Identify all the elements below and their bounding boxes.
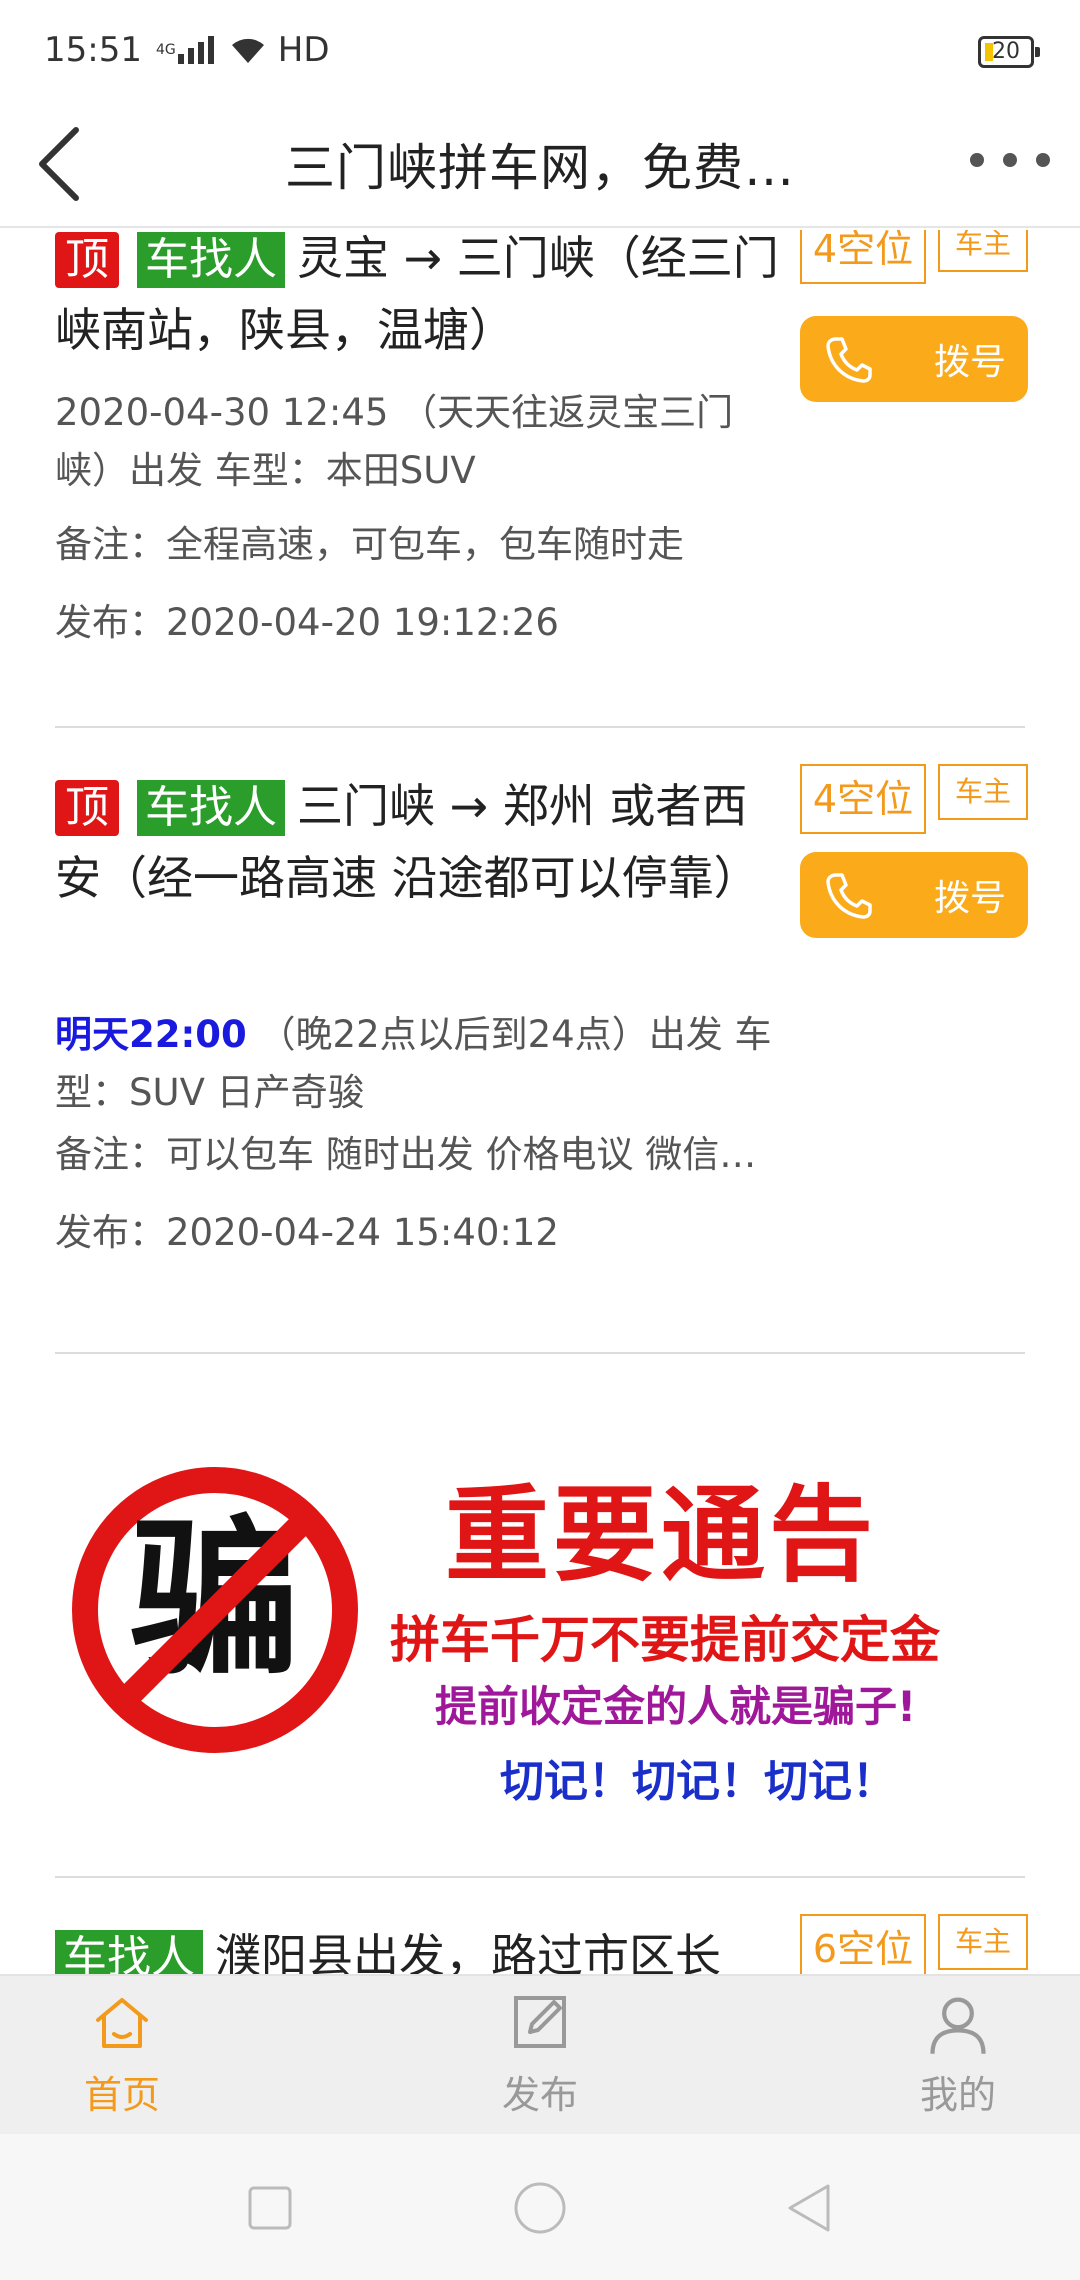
dial-label: 拨号 [933,342,1006,383]
system-nav-bar [0,2134,1080,2280]
route-text: 濮阳县出发，路过市区长 [215,1929,721,1974]
pinned-tag: 顶 [55,780,119,836]
pinned-tag: 顶 [55,232,119,288]
dial-label: 拨号 [933,878,1006,919]
tab-profile[interactable]: 我的 [858,1990,1058,2130]
owner-badge: 车主 [938,230,1028,272]
published-time: 发布：2020-04-20 19:12:26 [55,601,559,644]
tab-publish[interactable]: 发布 [440,1990,640,2130]
more-options-icon[interactable] [970,140,1050,180]
no-scam-icon: 骗 [72,1467,358,1753]
listing-header: 顶车找人 三门峡 → 郑州 或者西安（经一路高速 沿途都可以停靠） [55,770,785,914]
seats-badge: 4空位 [800,230,926,284]
notice-line-1: 拼车千万不要提前交定金 [390,1611,940,1669]
phone-icon [826,873,872,919]
bottom-tab-bar: 首页 发布 我的 [0,1974,1080,2134]
nav-bar: 三门峡拼车网，免费… [0,100,1080,228]
tab-publish-label: 发布 [501,2073,578,2117]
notice-line-3: 切记！切记！切记！ [500,1756,896,1807]
divider [55,1876,1025,1878]
seats-badge: 6空位 [800,1914,926,1974]
tab-profile-label: 我的 [919,2073,996,2117]
back-button-icon[interactable] [780,2178,840,2238]
depart-info: 明天22:00 （晚22点以后到24点）出发 车型：SUV 日产奇骏 [55,1006,785,1122]
type-tag: 车找人 [55,1930,203,1974]
note-text: 备注：可以包车 随时出发 价格电议 微信… [55,1133,757,1176]
owner-badge: 车主 [938,764,1028,820]
signal-icon [177,36,214,64]
listing-card[interactable]: 车找人 濮阳县出发，路过市区长 6空位 车主 [55,1914,1028,1974]
recent-apps-icon[interactable] [240,2178,300,2238]
listing-feed[interactable]: 顶车找人 灵宝 → 三门峡（经三门峡南站，陕县，温塘） 4空位 车主 拨号 202… [0,230,1080,1974]
note-text: 备注：全程高速，可包车，包车随时走 [55,523,684,566]
divider [55,1352,1025,1354]
depart-info: 2020-04-30 12:45 （天天往返灵宝三门峡）出发 车型：本田SUV [55,384,785,500]
listing-header: 顶车找人 灵宝 → 三门峡（经三门峡南站，陕县，温塘） [55,230,785,366]
type-tag: 车找人 [137,780,285,836]
network-type: 4G [155,42,176,58]
published-time: 发布：2020-04-24 15:40:12 [55,1211,559,1254]
warning-notice-banner: 骗 重要通告 拼车千万不要提前交定金 提前收定金的人就是骗子! 切记！切记！切记… [55,1390,1025,1810]
status-time: 15:51 [44,30,142,70]
wifi-icon [231,38,264,63]
seats-badge: 4空位 [800,764,926,834]
listing-header: 车找人 濮阳县出发，路过市区长 [55,1920,785,1974]
owner-badge: 车主 [938,1914,1028,1970]
notice-title: 重要通告 [445,1474,878,1596]
dial-button[interactable]: 拨号 [800,316,1028,402]
depart-highlight: 明天22:00 [55,1013,247,1056]
status-bar: 15:51 4G HD 20 [0,0,1080,100]
type-tag: 车找人 [137,232,285,288]
dial-button[interactable]: 拨号 [800,852,1028,938]
listing-card[interactable]: 顶车找人 灵宝 → 三门峡（经三门峡南站，陕县，温塘） 4空位 车主 拨号 202… [55,230,1028,682]
hd-indicator: HD [277,30,330,70]
divider [55,726,1025,728]
user-icon [930,1997,986,2054]
tab-home-label: 首页 [83,2073,160,2117]
battery-icon: 20 [978,36,1040,68]
home-icon [96,1998,148,2048]
home-button-icon[interactable] [510,2178,570,2238]
tab-home[interactable]: 首页 [22,1990,222,2130]
edit-icon [514,1996,566,2048]
depart-text: 2020-04-30 12:45 （天天往返灵宝三门峡）出发 车型：本田SUV [55,391,734,492]
notice-line-2: 提前收定金的人就是骗子! [435,1682,917,1731]
listing-card[interactable]: 顶车找人 三门峡 → 郑州 或者西安（经一路高速 沿途都可以停靠） 4空位 车主 … [55,764,1028,1254]
phone-icon [826,337,872,383]
page-title: 三门峡拼车网，免费… [285,139,795,197]
